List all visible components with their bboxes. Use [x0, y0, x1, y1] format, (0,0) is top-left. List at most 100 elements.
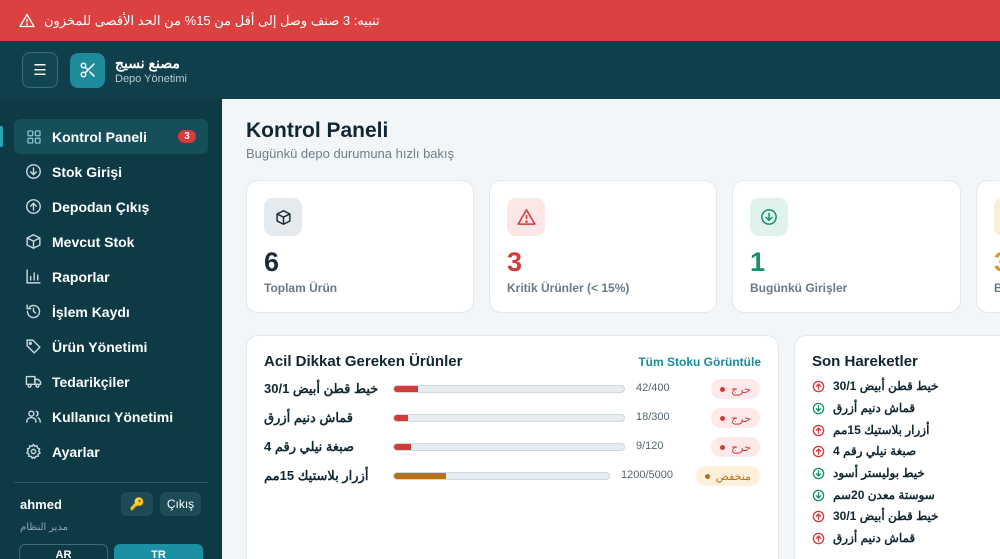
language-tr-button[interactable]: TR — [114, 544, 203, 559]
bar-chart-icon — [25, 268, 42, 285]
brand: مصنع نسيج Depo Yönetimi — [115, 55, 187, 86]
sidebar-item-users[interactable]: Kullanıcı Yönetimi — [14, 399, 208, 434]
brand-name: مصنع نسيج — [115, 54, 180, 71]
page-subtitle: Bugünkü depo durumuna hızlı bakış — [246, 146, 455, 161]
stock-alert-banner: تنبيه: 3 صنف وصل إلى أقل من 15% من الحد … — [0, 0, 1000, 41]
logout-button[interactable]: Çıkış — [160, 492, 201, 516]
movement-item[interactable]: خيط قطن أبيض 30/1 — [812, 507, 939, 525]
sidebar: Kontrol Paneli 3 Stok Girişi Depodan Çık… — [0, 99, 222, 559]
product-name: أزرار بلاستيك 15مم — [264, 468, 369, 483]
sidebar-item-reports[interactable]: Raporlar — [14, 259, 208, 294]
status-label: منخفض — [715, 470, 751, 483]
sidebar-item-label: İşlem Kaydı — [52, 303, 130, 320]
arrow-up-circle-icon — [812, 424, 825, 436]
sidebar-item-stock-out[interactable]: Depodan Çıkış — [14, 189, 208, 224]
language-ar-button[interactable]: AR — [19, 544, 108, 559]
movement-item[interactable]: قماش دنيم أزرق — [812, 529, 915, 547]
stat-value: 6 — [264, 247, 280, 277]
movements-panel-title: Son Hareketler — [812, 353, 918, 370]
brand-subtitle: Depo Yönetimi — [115, 72, 187, 85]
alert-text: تنبيه: 3 صنف وصل إلى أقل من 15% من الحد … — [44, 12, 380, 28]
sidebar-item-label: Mevcut Stok — [52, 233, 135, 250]
stock-level-fill — [394, 415, 408, 421]
urgent-row[interactable]: قماش دنيم أزرق 18/300 حرج — [264, 407, 760, 429]
sidebar-item-dashboard[interactable]: Kontrol Paneli 3 — [14, 119, 208, 154]
top-bar: ☰ مصنع نسيج Depo Yönetimi — [0, 41, 1000, 99]
movement-item[interactable]: خيط قطن أبيض 30/1 — [812, 377, 939, 395]
status-badge: حرج — [711, 379, 760, 399]
movement-product: خيط قطن أبيض 30/1 — [833, 379, 939, 393]
arrow-up-circle-icon — [812, 445, 825, 457]
stat-label: Toplam Ürün — [264, 281, 338, 295]
gear-icon — [25, 443, 42, 460]
sidebar-item-current-stock[interactable]: Mevcut Stok — [14, 224, 208, 259]
status-dot — [720, 415, 726, 421]
status-label: حرج — [731, 441, 751, 454]
warning-icon — [507, 198, 545, 236]
urgent-row[interactable]: خيط قطن أبيض 30/1 42/400 حرج — [264, 378, 760, 400]
movement-product: صبغة نيلي رقم 4 — [833, 444, 917, 458]
status-label: حرج — [731, 383, 751, 396]
sidebar-item-stock-entry[interactable]: Stok Girişi — [14, 154, 208, 189]
movement-item[interactable]: خيط بوليستر أسود — [812, 464, 925, 482]
product-name: خيط قطن أبيض 30/1 — [264, 381, 379, 396]
sidebar-divider — [14, 482, 208, 483]
sidebar-item-label: Ayarlar — [52, 443, 100, 460]
urgent-row[interactable]: أزرار بلاستيك 15مم 1200/5000 منخفض — [264, 465, 760, 487]
sidebar-item-suppliers[interactable]: Tedarikçiler — [14, 364, 208, 399]
main-content: Kontrol Paneli Bugünkü depo durumuna hız… — [222, 99, 1000, 559]
alert-count-badge: 3 — [178, 130, 196, 143]
stat-card-today-outputs: 3 B — [976, 180, 1000, 313]
sidebar-item-label: Kontrol Paneli — [52, 128, 147, 145]
movement-item[interactable]: أزرار بلاستيك 15مم — [812, 421, 929, 439]
sidebar-item-label: Tedarikçiler — [52, 373, 130, 390]
sidebar-item-label: Kullanıcı Yönetimi — [52, 408, 174, 425]
status-label: حرج — [731, 412, 751, 425]
movement-product: قماش دنيم أزرق — [833, 401, 916, 415]
user-role: مدير النظام — [20, 522, 68, 533]
movement-product: أزرار بلاستيك 15مم — [833, 423, 930, 437]
stat-value: 3 — [507, 247, 523, 277]
stat-card-today-entries: 1 Bugünkü Girişler — [732, 180, 961, 313]
stock-level-bar — [393, 385, 625, 393]
arrow-down-circle-icon — [25, 163, 42, 180]
urgent-panel-title: Acil Dikkat Gereken Ürünler — [264, 353, 463, 370]
stock-quantity: 9/120 — [636, 440, 664, 452]
urgent-row[interactable]: صبغة نيلي رقم 4 9/120 حرج — [264, 436, 760, 458]
tag-icon — [25, 338, 42, 355]
sidebar-item-settings[interactable]: Ayarlar — [14, 434, 208, 469]
movement-item[interactable]: قماش دنيم أزرق — [812, 399, 915, 417]
product-name: صبغة نيلي رقم 4 — [264, 439, 355, 454]
change-password-button[interactable]: 🔑 — [121, 492, 153, 516]
sidebar-item-label: Depodan Çıkış — [52, 198, 150, 215]
movement-item[interactable]: صبغة نيلي رقم 4 — [812, 442, 916, 460]
box-icon — [25, 233, 42, 250]
stock-level-bar — [393, 414, 625, 422]
dashboard-icon — [25, 128, 42, 145]
movement-item[interactable]: سوستة معدن 20سم — [812, 486, 935, 504]
stat-label: B — [994, 281, 1000, 295]
movement-product: خيط قطن أبيض 30/1 — [833, 509, 939, 523]
status-badge: حرج — [711, 437, 760, 457]
stock-level-fill — [394, 473, 446, 479]
truck-icon — [25, 373, 42, 390]
arrow-down-circle-icon — [812, 467, 825, 479]
stat-card-total-products: 6 Toplam Ürün — [246, 180, 474, 313]
stock-level-bar — [393, 443, 625, 451]
warning-icon — [19, 13, 35, 28]
stock-level-fill — [394, 386, 419, 392]
sidebar-item-products[interactable]: Ürün Yönetimi — [14, 329, 208, 364]
sidebar-item-history[interactable]: İşlem Kaydı — [14, 294, 208, 329]
stat-card-critical-products: 3 Kritik Ürünler (< 15%) — [489, 180, 717, 313]
user-name: ahmed — [20, 497, 62, 512]
view-all-stock-link[interactable]: Tüm Stoku Görüntüle — [638, 355, 761, 369]
arrow-up-circle-icon — [25, 198, 42, 215]
arrow-up-circle-icon — [812, 510, 825, 522]
recent-movements-panel: Son Hareketler خيط قطن أبيض 30/1 قماش دن… — [794, 335, 1000, 559]
movement-product: خيط بوليستر أسود — [833, 466, 925, 480]
logo — [70, 52, 105, 88]
menu-toggle-button[interactable]: ☰ — [22, 52, 58, 88]
stat-label: Bugünkü Girişler — [750, 281, 848, 295]
box-icon — [264, 198, 302, 236]
status-dot — [720, 386, 726, 392]
